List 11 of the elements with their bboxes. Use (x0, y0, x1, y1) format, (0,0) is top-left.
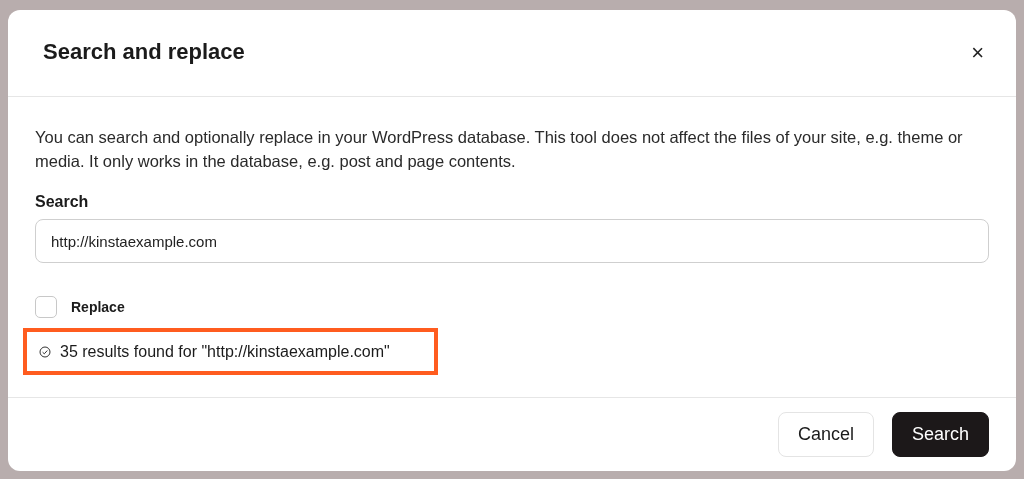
check-circle-icon (39, 345, 51, 358)
search-label: Search (35, 193, 90, 211)
description-text: You can search and optionally replace in your WordPress database. This tool does not affect the files of your site, e.g. theme or media. It only works in the database, e.g. post and page contents. (35, 127, 964, 172)
replace-checkbox[interactable] (35, 296, 57, 318)
dialog-title: Search and replace (43, 39, 245, 65)
close-button[interactable]: × (965, 42, 990, 64)
search-field[interactable]: http://kinstaexample.com (35, 219, 989, 263)
replace-label: Replace (71, 299, 125, 315)
result-text: 35 results found for "http://kinstaexample.com" (60, 342, 390, 361)
search-button[interactable]: Search (891, 412, 989, 457)
cancel-button[interactable]: Cancel (777, 412, 874, 457)
